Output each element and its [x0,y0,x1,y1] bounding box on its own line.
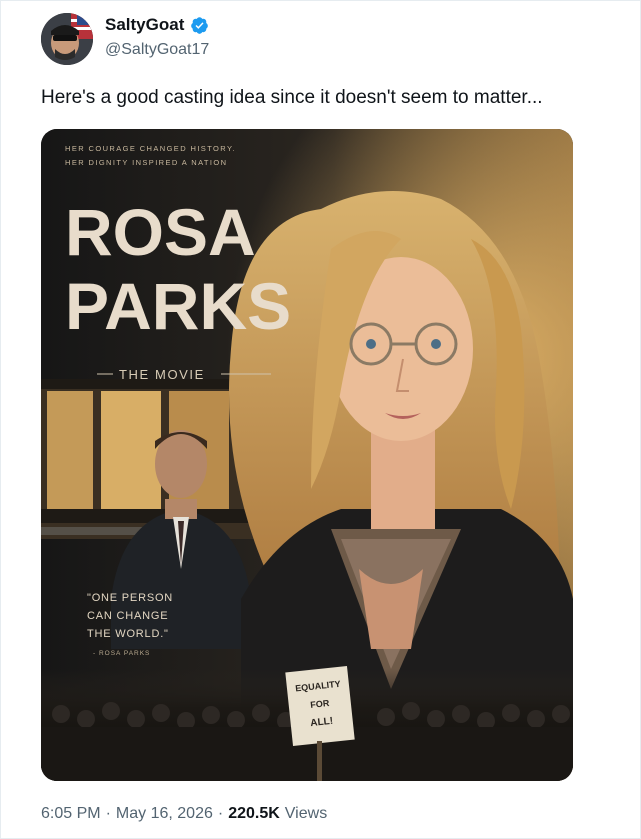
tweet-meta-row: 6:05 PM · May 16, 2026 · 220.5K Views [41,805,327,823]
poster-title-1: ROSA [65,195,256,269]
sign-text-2: FOR [310,698,330,710]
tweet-text: Here's a good casting idea since it does… [41,87,543,108]
poster-tagline-1: HER COURAGE CHANGED HISTORY. [65,144,236,153]
poster-quote-attribution: - ROSA PARKS [93,650,150,657]
poster-tagline-2: HER DIGNITY INSPIRED A NATION [65,158,227,167]
meta-separator: · [105,805,111,822]
views-count[interactable]: 220.5K [228,805,280,823]
author-handle[interactable]: @SaltyGoat17 [105,41,209,59]
tweet-card: SaltyGoat @SaltyGoat17 Here's a good cas… [0,0,641,839]
tweet-time[interactable]: 6:05 PM [41,805,101,823]
tweet-media-image[interactable]: HER COURAGE CHANGED HISTORY. HER DIGNITY… [41,129,573,781]
views-label: Views [284,805,328,822]
author-display-name[interactable]: SaltyGoat [105,15,184,35]
poster-quote-line-1: "ONE PERSON [87,592,173,604]
poster-subtitle: THE MOVIE [119,367,205,382]
verified-badge-icon [191,16,209,34]
meta-separator: · [217,805,224,822]
avatar[interactable] [41,13,93,65]
author-name-row: SaltyGoat [105,15,209,35]
bus-windows [41,379,261,539]
poster-quote-line-3: THE WORLD." [87,628,169,640]
tweet-date[interactable]: May 16, 2026 [116,805,213,823]
movie-poster: HER COURAGE CHANGED HISTORY. HER DIGNITY… [41,129,573,781]
poster-quote-line-2: CAN CHANGE [87,610,168,622]
avatar-image [41,13,93,65]
poster-title-2: PARKS [65,269,291,343]
